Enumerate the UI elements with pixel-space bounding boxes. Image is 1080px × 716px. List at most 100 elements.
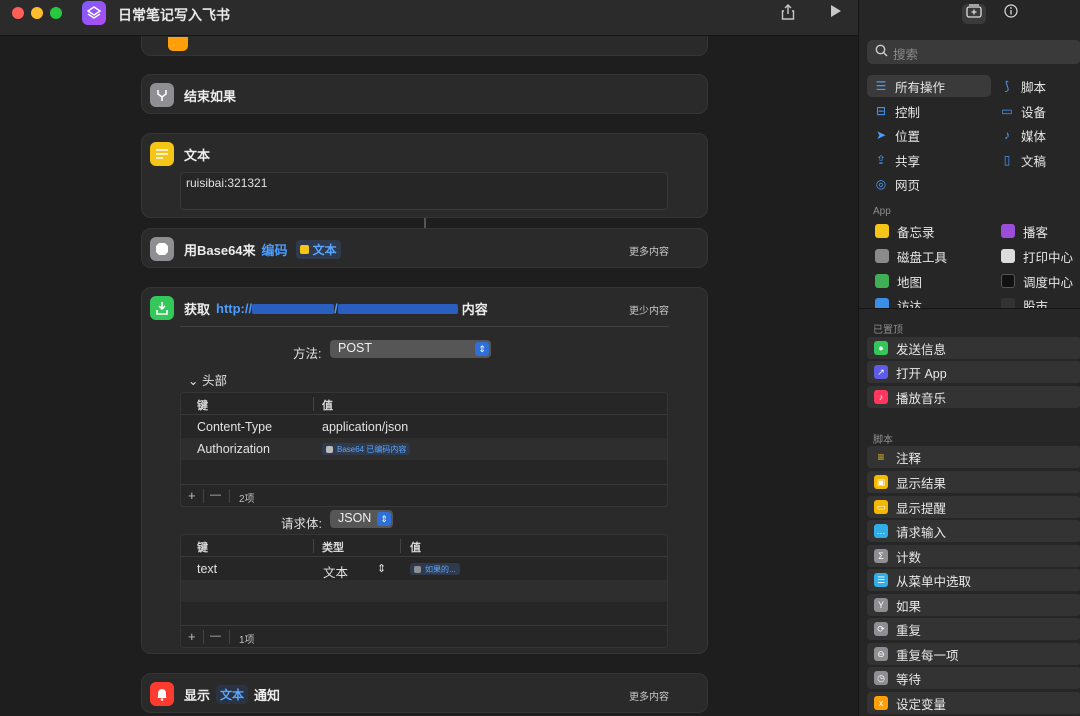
app-stocks[interactable]: 股市 [993,294,1048,308]
show-more-link[interactable]: 更多内容 [629,688,669,703]
alert-icon: ▭ [874,500,888,514]
category-label: 网页 [895,178,921,193]
disk-utility-icon [875,249,889,263]
url-token[interactable]: http:/// [216,301,458,316]
script-action-wait[interactable]: ◷ 等待 [867,667,1080,689]
base64-variable-chip[interactable]: Base64 已编码内容 [322,443,411,455]
remove-row-button[interactable]: — [210,489,221,501]
action-label: 请求输入 [896,525,947,540]
action-label: 重复 [896,623,922,638]
app-disk-utility[interactable]: 磁盘工具 [867,245,947,267]
variable-icon: x [874,696,888,710]
pinned-action-play-music[interactable]: ♪ 播放音乐 [867,386,1080,408]
category-all-actions[interactable]: ☰ 所有操作 [867,75,991,97]
script-action-ask-input[interactable]: … 请求输入 [867,520,1080,542]
close-window-button[interactable] [12,7,24,19]
show-more-link[interactable]: 更多内容 [629,243,669,258]
app-finder[interactable]: 访达 [867,294,922,308]
message-icon: ● [874,341,888,355]
script-action-count[interactable]: Σ 计数 [867,545,1080,567]
category-sharing[interactable]: ⇪ 共享 [867,149,920,171]
header-key[interactable]: Authorization [197,442,270,456]
category-media[interactable]: ♪ 媒体 [993,124,1046,146]
minimize-window-button[interactable] [31,7,43,19]
app-print-center[interactable]: 打印中心 [993,245,1073,267]
text-content-field[interactable]: ruisibai:321321 [180,172,668,210]
script-action-if[interactable]: Y 如果 [867,594,1080,616]
row-count: 2项 [239,494,255,505]
remove-row-button[interactable]: — [210,630,221,642]
action-title-suffix: 通知 [254,687,281,703]
column-header-value: 值 [322,400,333,412]
updown-chevron-icon: ⇕ [377,512,391,526]
sidebar-tabs [859,0,1080,36]
category-device[interactable]: ▭ 设备 [993,100,1046,122]
if-result-variable-chip[interactable]: 如果的... [410,563,460,575]
table-row[interactable]: Authorization Base64 已编码内容 [181,438,667,460]
library-tab[interactable] [962,4,986,24]
encode-mode-token[interactable]: 编码 [262,240,288,259]
info-icon[interactable] [999,4,1023,24]
body-label: 请求体: [281,517,322,531]
zoom-window-button[interactable] [50,7,62,19]
category-scripting[interactable]: ⟆ 脚本 [993,75,1046,97]
pinned-action-open-app[interactable]: ↗ 打开 App [867,361,1080,383]
show-less-link[interactable]: 更少内容 [629,302,669,317]
shortcut-editor-canvas[interactable]: 结束如果 文本 ruisibai:321321 用Base64来 编码 文本 更… [0,36,858,716]
header-value[interactable]: application/json [322,420,408,434]
category-web[interactable]: ◎ 网页 [867,173,920,195]
table-row-empty [181,460,667,482]
script-action-choose-menu[interactable]: ☰ 从菜单中选取 [867,569,1080,591]
script-action-repeat[interactable]: ⟳ 重复 [867,618,1080,640]
action-card-base64[interactable]: 用Base64来 编码 文本 更多内容 [141,228,708,268]
category-location[interactable]: ➤ 位置 [867,124,920,146]
category-control[interactable]: ⊟ 控制 [867,100,920,122]
app-label: 磁盘工具 [897,250,948,265]
category-documents[interactable]: ▯ 文稿 [993,149,1046,171]
pinned-action-send-message[interactable]: ● 发送信息 [867,337,1080,359]
body-type-value: JSON [338,511,372,525]
action-label: 设定变量 [896,697,947,712]
column-header-key: 键 [197,400,208,412]
add-row-button[interactable]: + [188,629,196,644]
app-notes[interactable]: 备忘录 [867,220,935,242]
table-row[interactable]: text 文本 ⇕ 如果的... [181,558,667,580]
headers-table: 键 值 Content-Type application/json Author… [180,392,668,507]
action-card-get-url[interactable]: 获取 http:/// 内容 更少内容 方法: POST ⇕ ⌄ 头部 键 值 … [141,287,708,654]
body-type-select[interactable]: JSON ⇕ [330,510,393,528]
add-row-button[interactable]: + [188,488,196,503]
action-label: 播放音乐 [896,391,947,406]
script-action-show-alert[interactable]: ▭ 显示提醒 [867,496,1080,518]
script-action-set-variable[interactable]: x 设定变量 [867,692,1080,714]
action-label: 等待 [896,672,922,687]
search-input[interactable]: 搜索 [867,40,1080,64]
input-icon: … [874,524,888,538]
text-variable-chip[interactable]: 文本 [216,684,249,704]
script-action-comment[interactable]: ≡ 注释 [867,446,1080,468]
music-note-icon: ♪ [874,390,888,404]
body-type[interactable]: 文本 [323,562,348,581]
text-variable-chip[interactable]: 文本 [295,239,341,259]
body-key[interactable]: text [197,562,217,576]
play-icon[interactable] [826,4,846,24]
redacted-host [252,304,335,315]
app-mission-control[interactable]: 调度中心 [993,270,1073,292]
shortcuts-app-icon [82,1,106,25]
title-bar: 日常笔记写入飞书 [0,0,858,36]
header-key[interactable]: Content-Type [197,420,272,434]
app-podcasts[interactable]: 播客 [993,220,1048,242]
script-action-show-result[interactable]: ▣ 显示结果 [867,471,1080,493]
app-maps[interactable]: 地图 [867,270,922,292]
table-row[interactable]: Content-Type application/json [181,416,667,438]
action-card-end-if[interactable]: 结束如果 [141,74,708,114]
action-card-notification[interactable]: 显示 文本 通知 更多内容 [141,673,708,713]
method-select[interactable]: POST ⇕ [330,340,491,358]
action-card-text[interactable]: 文本 ruisibai:321321 [141,133,708,218]
updown-chevron-icon[interactable]: ⇕ [377,562,386,575]
action-card-partial[interactable] [141,36,708,56]
share-icon[interactable] [778,4,798,24]
script-action-repeat-each[interactable]: ⊖ 重复每一项 [867,643,1080,665]
sigma-icon: Σ [874,549,888,563]
table-header-row: 键 类型 值 [181,535,667,557]
headers-disclosure[interactable]: ⌄ 头部 [188,370,227,389]
